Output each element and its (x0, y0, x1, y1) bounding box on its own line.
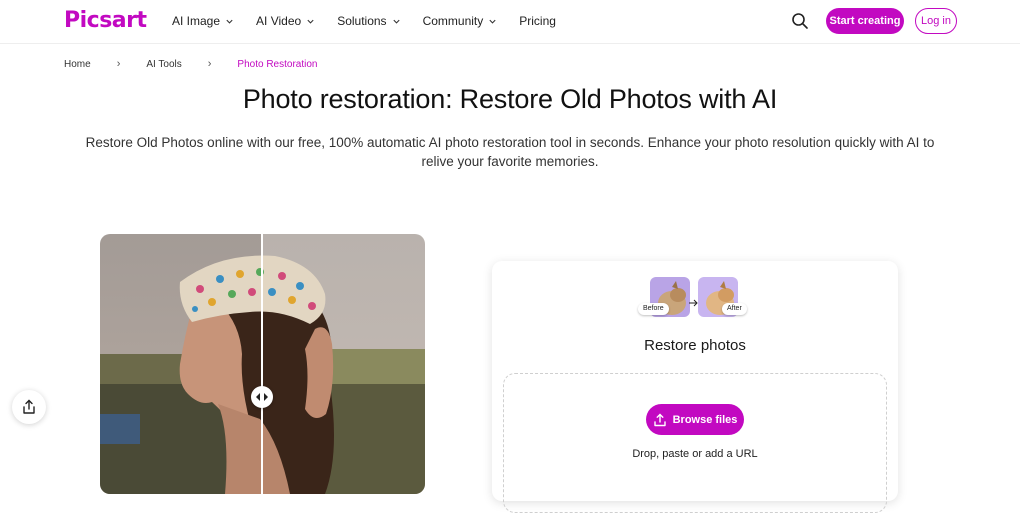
nav-ai-image[interactable]: AI Image (172, 14, 234, 28)
breadcrumb-ai-tools[interactable]: AI Tools (146, 59, 181, 70)
drop-hint-text: Drop, paste or add a URL (632, 448, 758, 460)
nav-solutions[interactable]: Solutions (337, 14, 400, 28)
compare-divider (261, 234, 263, 494)
before-after-slider[interactable] (100, 234, 425, 494)
nav-label: Community (422, 14, 484, 28)
chevron-right-icon: › (207, 58, 212, 70)
chevron-right-icon: › (116, 58, 121, 70)
breadcrumb-home[interactable]: Home (64, 59, 91, 70)
breadcrumb: Home › AI Tools › Photo Restoration (64, 58, 317, 70)
nav-label: Pricing (519, 14, 556, 28)
upload-card: Before After Restore photos Browse files… (492, 261, 898, 513)
upload-dropzone[interactable]: Browse files Drop, paste or add a URL (503, 373, 887, 513)
arrow-right-icon (689, 299, 698, 307)
nav-label: Solutions (337, 14, 387, 28)
upload-card-title: Restore photos (644, 337, 746, 354)
before-after-thumbnails: Before After (638, 277, 750, 319)
browse-files-button[interactable]: Browse files (646, 404, 744, 435)
nav-pricing[interactable]: Pricing (519, 14, 556, 28)
search-icon[interactable] (790, 11, 810, 31)
slider-handle-icon[interactable] (251, 386, 273, 408)
nav-ai-video[interactable]: AI Video (256, 14, 315, 28)
chevron-down-icon (489, 19, 496, 24)
browse-files-label: Browse files (672, 413, 738, 426)
breadcrumb-current: Photo Restoration (237, 58, 318, 70)
start-creating-button[interactable]: Start creating (826, 8, 904, 34)
nav-label: AI Video (256, 14, 302, 28)
picsart-logo[interactable]: Picsart (64, 8, 147, 33)
page-title: Photo restoration: Restore Old Photos wi… (242, 84, 778, 114)
login-button[interactable]: Log in (915, 8, 957, 34)
before-tag: Before (638, 303, 669, 315)
upload-icon (653, 413, 666, 426)
top-header: Picsart AI Image AI Video Solutions Comm… (0, 0, 1020, 44)
share-button[interactable] (12, 390, 46, 424)
main-nav: AI Image AI Video Solutions Community Pr… (172, 14, 578, 28)
after-tag: After (722, 303, 747, 315)
nav-label: AI Image (172, 14, 221, 28)
page-subtitle: Restore Old Photos online with our free,… (85, 135, 935, 169)
nav-community[interactable]: Community (423, 14, 498, 28)
chevron-down-icon (226, 19, 233, 24)
chevron-down-icon (392, 19, 400, 24)
chevron-down-icon (307, 19, 314, 24)
share-icon (23, 399, 35, 414)
